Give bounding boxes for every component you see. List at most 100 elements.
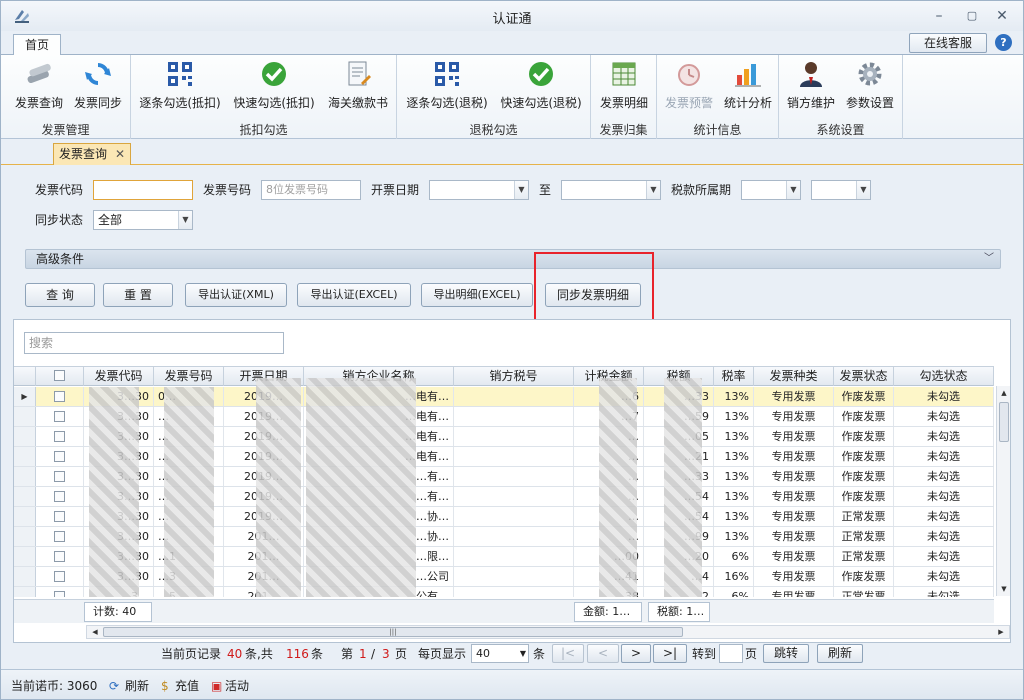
row-checkbox[interactable] [54,590,65,597]
table-row[interactable]: 3…30 …3 201… …公司 …41 …4 16% 专用发票 作废发票 未勾选 [14,567,994,587]
tax-period-month-select[interactable]: ▼ [811,180,871,200]
col-seller-name[interactable]: 销方企业名称 [304,367,454,386]
scroll-down-icon[interactable]: ▼ [997,582,1011,596]
table-row[interactable]: 3…30… 2019… …电有… …7 …59 13% 专用发票 作废发票 未勾选 [14,407,994,427]
col-status[interactable]: 发票状态 [834,367,894,386]
row-checkbox-cell[interactable] [36,427,84,446]
col-seller-tax-id[interactable]: 销方税号 [454,367,574,386]
col-check-status[interactable]: 勾选状态 [894,367,994,386]
tab-invoice-query[interactable]: 发票查询 ✕ [53,143,131,165]
scroll-thumb[interactable]: ||| [103,627,683,637]
tax-period-year-select[interactable]: ▼ [741,180,801,200]
status-refresh-link[interactable]: 刷新 [125,678,149,694]
first-page-button[interactable]: |< [552,644,584,663]
col-amount[interactable]: 计税金额 [574,367,644,386]
table-row[interactable]: 3…30… 2019… …电有…… …21 13% 专用发票 作废发票 未勾选 [14,447,994,467]
invoice-detail-button[interactable]: 发票明细 [595,59,653,115]
activity-link[interactable]: 活动 [225,678,249,694]
invoice-no-input[interactable]: 8位发票号码 [261,180,361,200]
last-page-button[interactable]: >| [653,644,687,663]
row-checkbox-cell[interactable] [36,407,84,426]
reset-button[interactable]: 重 置 [103,283,173,307]
refund-single-check-button[interactable]: 逐条勾选(退税) [403,59,491,115]
per-page-select[interactable]: 40 ▼ [471,644,529,663]
deduct-quick-check-button[interactable]: 快速勾选(抵扣) [231,59,317,115]
grid-search-input[interactable]: 搜索 [24,332,284,354]
invoice-query-button[interactable]: 发票查询 [11,59,67,115]
grid-vertical-scrollbar[interactable]: ▲ ▼ [996,386,1010,596]
advanced-conditions-bar[interactable]: 高级条件 ﹀ [25,249,1001,269]
row-checkbox-cell[interactable] [36,387,84,406]
seller-maintain-button[interactable]: 销方维护 [783,59,839,115]
invoice-warning-button[interactable]: 发票预警 [659,59,719,115]
refund-quick-check-button[interactable]: 快速勾选(退税) [497,59,585,115]
coin-bag-icon[interactable]: $ [161,678,169,694]
export-xml-button[interactable]: 导出认证(XML) [185,283,287,307]
row-checkbox-cell[interactable] [36,447,84,466]
row-checkbox-cell[interactable] [36,467,84,486]
deduct-single-check-button[interactable]: 逐条勾选(抵扣) [137,59,223,115]
close-button[interactable]: ✕ [993,7,1011,25]
invoice-sync-button[interactable]: 发票同步 [69,59,127,115]
issue-date-from-select[interactable]: ▼ [429,180,529,200]
table-row[interactable]: 3…30… 201… …协…… …99 13% 专用发票 正常发票 未勾选 [14,527,994,547]
col-kind[interactable]: 发票种类 [754,367,834,386]
statistics-button[interactable]: 统计分析 [719,59,777,115]
row-checkbox-cell[interactable] [36,507,84,526]
row-checkbox-cell[interactable] [36,587,84,597]
maximize-button[interactable]: ▢ [963,7,981,25]
row-checkbox-cell[interactable] [36,487,84,506]
scroll-left-icon[interactable]: ◀ [89,626,101,638]
row-checkbox-cell[interactable] [36,567,84,586]
prev-page-button[interactable]: < [587,644,619,663]
row-checkbox[interactable] [54,430,65,442]
close-tab-icon[interactable]: ✕ [115,144,125,164]
sync-detail-button[interactable]: 同步发票明细 [545,283,641,307]
issue-date-to-select[interactable]: ▼ [561,180,661,200]
refresh-icon[interactable]: ⟳ [109,678,119,694]
jump-button[interactable]: 跳转 [763,644,809,663]
col-rate[interactable]: 税率 [714,367,754,386]
col-invoice-code[interactable]: 发票代码 [84,367,154,386]
select-all-header[interactable] [36,367,84,386]
param-settings-button[interactable]: 参数设置 [841,59,899,115]
grid-horizontal-scrollbar[interactable]: ◀ ||| ▶ [86,625,1010,639]
minimize-button[interactable]: – [930,7,948,25]
row-checkbox[interactable] [54,510,65,522]
col-invoice-no[interactable]: 发票号码 [154,367,224,386]
export-detail-button[interactable]: 导出明细(EXCEL) [421,283,533,307]
row-checkbox[interactable] [54,470,65,482]
scroll-up-icon[interactable]: ▲ [997,386,1011,400]
help-icon[interactable]: ? [995,34,1012,51]
online-service-button[interactable]: 在线客服 [909,33,987,53]
scroll-right-icon[interactable]: ▶ [995,626,1007,638]
col-issue-date[interactable]: 开票日期 [224,367,304,386]
query-button[interactable]: 查 询 [25,283,95,307]
col-tax[interactable]: 税额 [644,367,714,386]
row-checkbox[interactable] [54,570,65,582]
row-checkbox[interactable] [54,390,65,402]
sync-status-select[interactable]: 全部 ▼ [93,210,193,230]
row-checkbox[interactable] [54,530,65,542]
invoice-code-input[interactable] [93,180,193,200]
table-row[interactable]: ▶ 3…30 0… 2019… …电有… …6 …33 13% 专用发票 作废发票 未勾选 [14,387,994,407]
row-checkbox[interactable] [54,490,65,502]
customs-payment-button[interactable]: 海关缴款书 [325,59,391,115]
row-checkbox[interactable] [54,550,65,562]
scroll-thumb[interactable] [999,402,1009,442]
table-row[interactable]: 3…30… 2019… …电有…… …05 13% 专用发票 作废发票 未勾选 [14,427,994,447]
goto-page-input[interactable] [719,644,743,663]
refresh-page-button[interactable]: 刷新 [817,644,863,663]
export-excel-button[interactable]: 导出认证(EXCEL) [297,283,411,307]
table-row[interactable]: 3…30… 2019… …有…… …54 13% 专用发票 作废发票 未勾选 [14,487,994,507]
recharge-link[interactable]: 充值 [175,678,199,694]
row-checkbox-cell[interactable] [36,527,84,546]
gift-icon[interactable]: ▣ [211,678,222,694]
row-checkbox[interactable] [54,410,65,422]
table-row[interactable]: 3…30… 2019… …有…… …33 13% 专用发票 作废发票 未勾选 [14,467,994,487]
row-checkbox[interactable] [54,450,65,462]
table-row[interactable]: 3… …5 201… …公有… …38 …2 6% 专用发票 正常发票 未勾选 [14,587,994,597]
next-page-button[interactable]: > [621,644,651,663]
select-all-checkbox[interactable] [54,370,65,381]
table-row[interactable]: 3…30… 2019… …协…… …54 13% 专用发票 正常发票 未勾选 [14,507,994,527]
